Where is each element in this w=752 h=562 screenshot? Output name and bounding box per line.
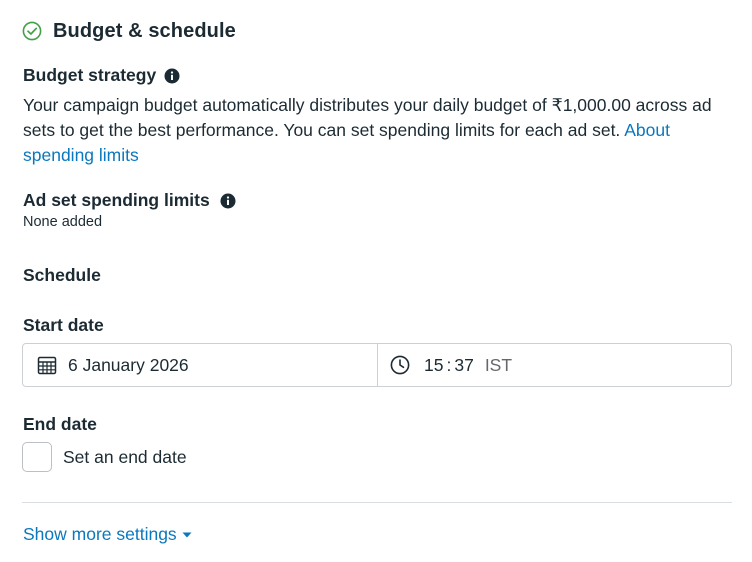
show-more-settings-label: Show more settings xyxy=(23,524,177,544)
check-circle-icon xyxy=(22,21,42,41)
ad-set-limits-label-text: Ad set spending limits xyxy=(23,190,210,210)
start-time-minute[interactable]: 37 xyxy=(454,355,473,376)
end-date-label: End date xyxy=(23,414,97,434)
info-icon[interactable] xyxy=(164,68,180,84)
schedule-label: Schedule xyxy=(23,265,101,285)
start-datetime-field: 6 January 2026 15 : 37 IST xyxy=(22,343,732,387)
clock-icon xyxy=(390,355,410,375)
start-date-label: Start date xyxy=(23,315,104,335)
divider xyxy=(22,502,732,503)
section-title: Budget & schedule xyxy=(53,19,236,42)
end-date-checkbox[interactable] xyxy=(22,442,52,472)
show-more-settings-button[interactable]: Show more settings xyxy=(23,524,192,545)
budget-strategy-label-text: Budget strategy xyxy=(23,65,157,85)
start-time-hour[interactable]: 15 xyxy=(424,355,443,376)
start-time-picker[interactable]: 15 : 37 IST xyxy=(378,344,731,386)
calendar-icon xyxy=(37,355,57,375)
caret-down-icon xyxy=(182,531,192,539)
section-header: Budget & schedule xyxy=(22,18,236,44)
timezone-label: IST xyxy=(484,354,513,375)
budget-strategy-label: Budget strategy xyxy=(23,65,180,86)
end-date-checkbox-label[interactable]: Set an end date xyxy=(63,447,187,468)
budget-strategy-description-text: Your campaign budget automatically distr… xyxy=(23,95,712,140)
start-date-picker[interactable]: 6 January 2026 xyxy=(23,344,378,386)
info-icon[interactable] xyxy=(220,193,236,209)
budget-strategy-description: Your campaign budget automatically distr… xyxy=(23,93,728,168)
start-time-separator: : xyxy=(446,354,452,375)
start-date-value: 6 January 2026 xyxy=(68,354,189,375)
ad-set-limits-value: None added xyxy=(23,214,103,230)
ad-set-limits-label: Ad set spending limits xyxy=(23,190,236,211)
